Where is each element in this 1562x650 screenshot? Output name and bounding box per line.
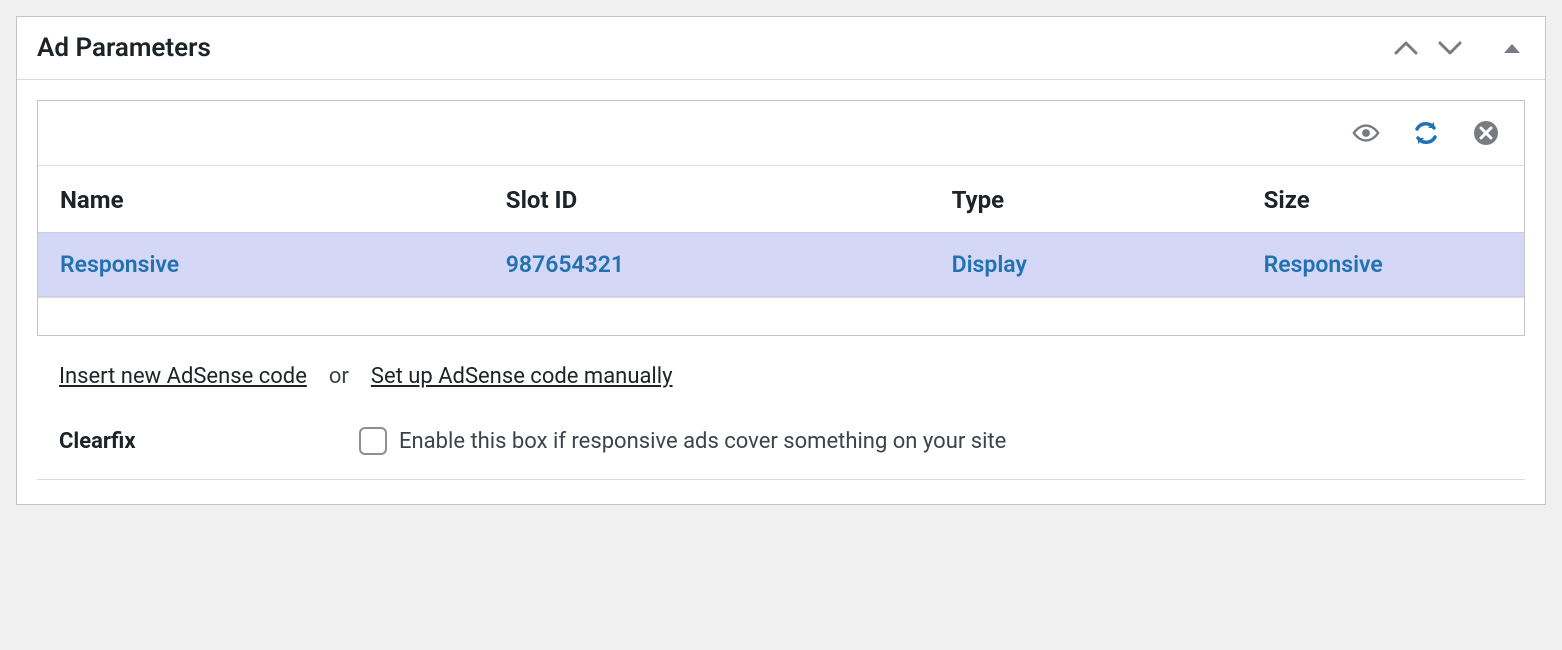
setup-manual-link[interactable]: Set up AdSense code manually bbox=[371, 364, 673, 389]
col-size: Size bbox=[1242, 166, 1524, 233]
panel-header-controls bbox=[1393, 35, 1525, 61]
ad-units-table: Name Slot ID Type Size Responsive 987654… bbox=[38, 166, 1524, 297]
move-down-icon[interactable] bbox=[1437, 35, 1463, 61]
panel-body: Name Slot ID Type Size Responsive 987654… bbox=[17, 80, 1545, 504]
cell-type[interactable]: Display bbox=[930, 233, 1242, 297]
adsense-links-row: Insert new AdSense code or Set up AdSens… bbox=[37, 336, 1525, 399]
table-toolbar bbox=[38, 101, 1524, 166]
panel-header: Ad Parameters bbox=[17, 17, 1545, 80]
insert-new-adsense-link[interactable]: Insert new AdSense code bbox=[59, 364, 307, 389]
clearfix-label: Clearfix bbox=[59, 429, 359, 454]
col-type: Type bbox=[930, 166, 1242, 233]
collapse-icon[interactable] bbox=[1499, 35, 1525, 61]
ad-table-container: Name Slot ID Type Size Responsive 987654… bbox=[37, 100, 1525, 336]
panel-title: Ad Parameters bbox=[37, 33, 211, 63]
refresh-icon[interactable] bbox=[1412, 119, 1440, 147]
cell-size[interactable]: Responsive bbox=[1242, 233, 1524, 297]
table-header-row: Name Slot ID Type Size bbox=[38, 166, 1524, 233]
eye-icon[interactable] bbox=[1352, 119, 1380, 147]
move-up-icon[interactable] bbox=[1393, 35, 1419, 61]
clearfix-text: Enable this box if responsive ads cover … bbox=[399, 429, 1006, 454]
col-name: Name bbox=[38, 166, 484, 233]
cell-name[interactable]: Responsive bbox=[38, 233, 484, 297]
col-slot-id: Slot ID bbox=[484, 166, 930, 233]
table-footer-space bbox=[38, 297, 1524, 335]
cell-slot-id[interactable]: 987654321 bbox=[484, 233, 930, 297]
ad-parameters-panel: Ad Parameters bbox=[16, 16, 1546, 505]
or-text: or bbox=[329, 364, 349, 389]
close-icon[interactable] bbox=[1472, 119, 1500, 147]
table-row[interactable]: Responsive 987654321 Display Responsive bbox=[38, 233, 1524, 297]
clearfix-row: Clearfix Enable this box if responsive a… bbox=[37, 399, 1525, 480]
clearfix-checkbox[interactable] bbox=[359, 427, 387, 455]
